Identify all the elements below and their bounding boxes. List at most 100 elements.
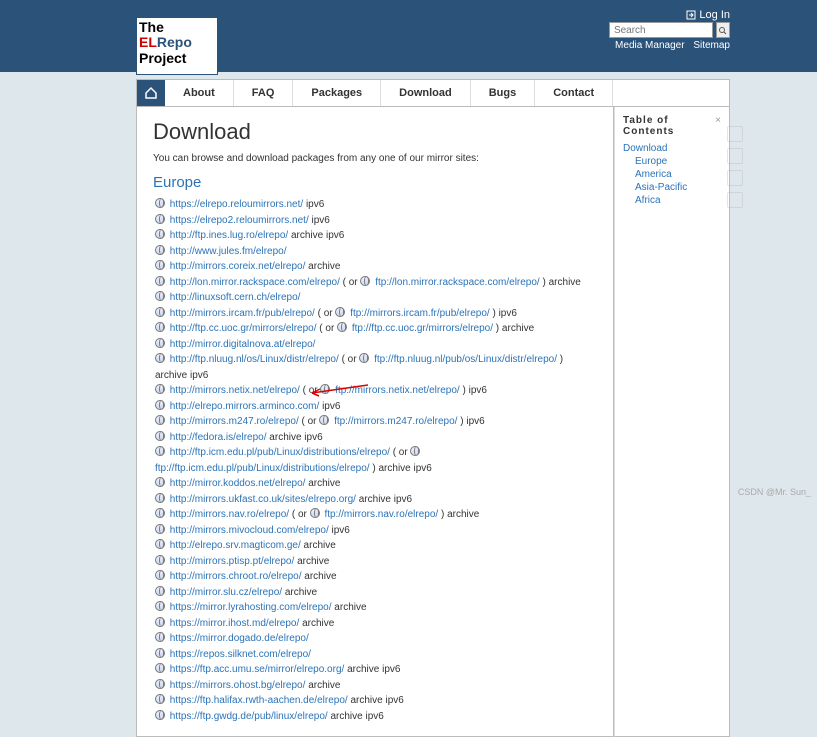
mirror-note: ipv6 — [332, 525, 350, 536]
globe-icon — [155, 384, 165, 394]
mirror-item: http://mirror.koddos.net/elrepo/ archive — [153, 476, 597, 492]
mirror-note: archive — [308, 680, 340, 691]
mirror-note: archive — [308, 478, 340, 489]
nav-bugs[interactable]: Bugs — [471, 80, 536, 106]
nav-download[interactable]: Download — [381, 80, 471, 106]
globe-icon — [155, 307, 165, 317]
mirror-alt-link[interactable]: ftp://ftp.icm.edu.pl/pub/Linux/distribut… — [155, 463, 370, 474]
mirror-alt-link[interactable]: ftp://ftp.cc.uoc.gr/mirrors/elrepo/ — [352, 323, 493, 334]
mirror-item: http://lon.mirror.rackspace.com/elrepo/ … — [153, 275, 597, 291]
mirror-link[interactable]: http://ftp.ines.lug.ro/elrepo/ — [170, 230, 288, 241]
search-input[interactable] — [609, 22, 713, 38]
mirror-link[interactable]: http://www.jules.fm/elrepo/ — [170, 246, 287, 257]
mirror-item: https://mirrors.ohost.bg/elrepo/ archive — [153, 678, 597, 694]
mirror-link[interactable]: https://elrepo2.reloumirrors.net/ — [170, 215, 309, 226]
mirror-link[interactable]: http://mirrors.nav.ro/elrepo/ — [170, 509, 289, 520]
mirror-alt-link[interactable]: ftp://mirrors.nav.ro/elrepo/ — [324, 509, 438, 520]
toc-sublink[interactable]: Europe — [635, 156, 667, 167]
mirror-link[interactable]: http://mirror.digitalnova.at/elrepo/ — [170, 339, 316, 350]
mirror-alt-link[interactable]: ftp://mirrors.ircam.fr/pub/elrepo/ — [350, 308, 489, 319]
globe-icon — [155, 260, 165, 270]
globe-icon — [155, 694, 165, 704]
mirror-alt-link[interactable]: ftp://ftp.nluug.nl/pub/os/Linux/distr/el… — [374, 354, 557, 365]
mirror-link[interactable]: http://mirrors.netix.net/elrepo/ — [170, 385, 300, 396]
mirror-link[interactable]: http://mirror.slu.cz/elrepo/ — [170, 587, 282, 598]
mirror-link[interactable]: https://mirror.dogado.de/elrepo/ — [170, 633, 309, 644]
globe-icon — [359, 353, 369, 363]
mirror-link[interactable]: http://ftp.icm.edu.pl/pub/Linux/distribu… — [170, 447, 390, 458]
mirror-link[interactable]: http://mirrors.chroot.ro/elrepo/ — [170, 571, 302, 582]
toc-sublink[interactable]: Asia-Pacific — [635, 182, 687, 193]
mirror-link[interactable]: http://elrepo.mirrors.arminco.com/ — [170, 401, 320, 412]
toc-sublink[interactable]: America — [635, 169, 672, 180]
mirror-note: ipv6 — [499, 308, 517, 319]
mirror-item: http://mirrors.ptisp.pt/elrepo/ archive — [153, 554, 597, 570]
mirror-link[interactable]: http://mirrors.ukfast.co.uk/sites/elrepo… — [170, 494, 356, 505]
login-link[interactable]: Log In — [686, 9, 730, 21]
nav-faq[interactable]: FAQ — [234, 80, 294, 106]
mirror-link[interactable]: http://mirrors.ircam.fr/pub/elrepo/ — [170, 308, 315, 319]
mirror-link[interactable]: https://ftp.halifax.rwth-aachen.de/elrep… — [170, 695, 348, 706]
mirror-note: archive — [334, 602, 366, 613]
globe-icon — [155, 570, 165, 580]
sitemap-link[interactable]: Sitemap — [693, 40, 730, 51]
mirror-link[interactable]: https://repos.silknet.com/elrepo/ — [170, 649, 311, 660]
mirror-link[interactable]: http://linuxsoft.cern.ch/elrepo/ — [170, 292, 301, 303]
mirror-link[interactable]: http://fedora.is/elrepo/ — [170, 432, 267, 443]
globe-icon — [155, 524, 165, 534]
mirror-note: archive ipv6 — [359, 494, 412, 505]
mirror-item: https://ftp.halifax.rwth-aachen.de/elrep… — [153, 693, 597, 709]
mirror-link[interactable]: http://ftp.cc.uoc.gr/mirrors/elrepo/ — [170, 323, 317, 334]
globe-icon — [155, 617, 165, 627]
mirror-note: archive ipv6 — [155, 370, 208, 381]
nav-about[interactable]: About — [165, 80, 234, 106]
search-button[interactable] — [716, 22, 730, 38]
tool-revisions-icon[interactable] — [727, 148, 743, 164]
tool-top-icon[interactable] — [727, 192, 743, 208]
mirror-link[interactable]: https://ftp.acc.umu.se/mirror/elrepo.org… — [170, 664, 345, 675]
mirror-item: https://repos.silknet.com/elrepo/ — [153, 647, 597, 663]
nav-contact[interactable]: Contact — [535, 80, 613, 106]
globe-icon — [155, 586, 165, 596]
tool-edit-icon[interactable] — [727, 126, 743, 142]
nav-packages[interactable]: Packages — [293, 80, 381, 106]
globe-icon — [155, 415, 165, 425]
toc-close[interactable]: × — [715, 115, 721, 126]
toc-link[interactable]: Download — [623, 143, 667, 154]
logo[interactable]: The ELRepo Project — [136, 17, 218, 75]
mirror-link[interactable]: http://mirrors.ptisp.pt/elrepo/ — [170, 556, 295, 567]
mirror-alt-link[interactable]: ftp://lon.mirror.rackspace.com/elrepo/ — [375, 277, 540, 288]
mirror-link[interactable]: http://mirrors.mivocloud.com/elrepo/ — [170, 525, 329, 536]
mirror-link[interactable]: http://mirror.koddos.net/elrepo/ — [170, 478, 306, 489]
mirror-alt-link[interactable]: ftp://mirrors.netix.net/elrepo/ — [335, 385, 460, 396]
mirror-link[interactable]: https://mirrors.ohost.bg/elrepo/ — [170, 680, 306, 691]
mirror-note: ipv6 — [322, 401, 340, 412]
mirror-link[interactable]: http://lon.mirror.rackspace.com/elrepo/ — [170, 277, 340, 288]
mirror-link[interactable]: https://ftp.gwdg.de/pub/linux/elrepo/ — [170, 711, 328, 722]
mirror-link[interactable]: http://elrepo.srv.magticom.ge/ — [170, 540, 301, 551]
mirror-note: ipv6 — [312, 215, 330, 226]
mirror-item: http://ftp.nluug.nl/os/Linux/distr/elrep… — [153, 352, 597, 383]
globe-icon — [155, 508, 165, 518]
mirror-link[interactable]: https://mirror.ihost.md/elrepo/ — [170, 618, 300, 629]
mirror-link[interactable]: https://elrepo.reloumirrors.net/ — [170, 199, 303, 210]
mirror-link[interactable]: http://mirrors.coreix.net/elrepo/ — [170, 261, 306, 272]
mirror-note: archive — [549, 277, 581, 288]
tool-backlinks-icon[interactable] — [727, 170, 743, 186]
mirror-note: archive — [285, 587, 317, 598]
intro-text: You can browse and download packages fro… — [153, 153, 597, 164]
mirror-note: archive — [502, 323, 534, 334]
nav-home[interactable] — [137, 80, 165, 106]
mirror-link[interactable]: http://ftp.nluug.nl/os/Linux/distr/elrep… — [170, 354, 339, 365]
toc-sublink[interactable]: Africa — [635, 195, 661, 206]
mirror-note: archive — [308, 261, 340, 272]
mirror-link[interactable]: http://mirrors.m247.ro/elrepo/ — [170, 416, 299, 427]
mirror-note: archive — [304, 571, 336, 582]
media-manager-link[interactable]: Media Manager — [615, 40, 684, 51]
mirror-link[interactable]: https://mirror.lyrahosting.com/elrepo/ — [170, 602, 332, 613]
mirror-item: http://mirrors.mivocloud.com/elrepo/ ipv… — [153, 523, 597, 539]
mirror-alt-link[interactable]: ftp://mirrors.m247.ro/elrepo/ — [334, 416, 457, 427]
search-form — [609, 22, 730, 38]
meta-links: Media Manager Sitemap — [609, 40, 730, 51]
content: Download You can browse and download pac… — [136, 107, 614, 737]
